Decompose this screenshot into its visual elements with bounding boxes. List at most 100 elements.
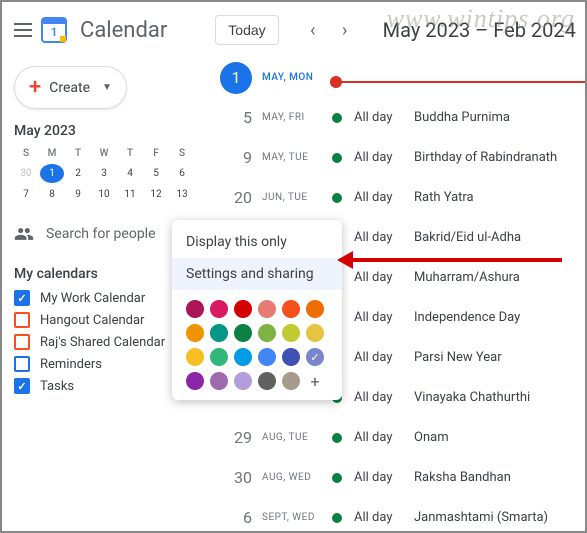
event-time: All day (354, 390, 414, 405)
color-swatch[interactable] (234, 324, 252, 342)
calendar-label: Reminders (40, 357, 102, 372)
color-swatch[interactable] (210, 348, 228, 366)
calendar-logo-icon: 1 (40, 14, 68, 46)
date-range-label: May 2023 – Feb 2024 (383, 18, 576, 42)
color-swatch[interactable] (186, 372, 204, 390)
color-swatch[interactable] (234, 348, 252, 366)
color-swatch[interactable] (282, 324, 300, 342)
event-dot-icon (332, 193, 342, 203)
mini-day[interactable]: 7 (14, 185, 38, 204)
mini-dow: F (144, 145, 168, 162)
schedule-row[interactable]: 9May, TueAll dayBirthday of Rabindranath (202, 138, 585, 178)
schedule-date: 20 (202, 188, 262, 207)
calendar-checkbox[interactable] (14, 378, 30, 394)
mini-day[interactable]: 13 (170, 185, 194, 204)
event-time: All day (354, 430, 414, 445)
event-title: Rath Yatra (414, 190, 474, 205)
event-title: Birthday of Rabindranath (414, 150, 557, 165)
calendar-checkbox[interactable] (14, 334, 30, 350)
schedule-date: 6 (202, 508, 262, 527)
color-swatch[interactable] (258, 348, 276, 366)
hamburger-icon[interactable] (14, 18, 32, 42)
color-swatch[interactable] (258, 324, 276, 342)
event-title: Raksha Bandhan (414, 470, 511, 485)
mini-dow: S (170, 145, 194, 162)
color-swatch[interactable] (306, 300, 324, 318)
next-period-button[interactable]: › (331, 16, 359, 44)
schedule-row[interactable]: 6Sept, WedAll dayJanmashtami (Smarta) (202, 498, 585, 531)
color-swatch[interactable] (186, 300, 204, 318)
mini-day[interactable]: 30 (14, 164, 38, 183)
mini-day[interactable]: 9 (66, 185, 90, 204)
schedule-row[interactable]: 29Aug, TueAll dayOnam (202, 418, 585, 458)
color-swatch[interactable] (210, 300, 228, 318)
schedule-row[interactable]: 1May, Mon (202, 58, 585, 98)
calendar-item[interactable]: Raj's Shared Calendar (14, 334, 194, 350)
color-swatch[interactable] (186, 348, 204, 366)
color-swatch[interactable] (210, 372, 228, 390)
mini-day[interactable]: 3 (92, 164, 116, 183)
mini-calendar[interactable]: SMTWTFS3012345678910111213 (14, 145, 194, 204)
schedule-row[interactable]: 5May, FriAll dayBuddha Purnima (202, 98, 585, 138)
create-button[interactable]: + Create ▼ (14, 66, 127, 109)
color-swatch[interactable] (282, 372, 300, 390)
schedule-dow: Aug, Wed (262, 472, 332, 483)
mini-day[interactable]: 12 (144, 185, 168, 204)
event-dot-icon (332, 153, 342, 163)
calendar-checkbox[interactable] (14, 290, 30, 306)
calendar-checkbox[interactable] (14, 312, 30, 328)
event-title: Onam (414, 430, 449, 445)
calendar-item[interactable]: My Work Calendar (14, 290, 194, 306)
people-icon (14, 224, 34, 244)
calendar-item[interactable]: Reminders (14, 356, 194, 372)
calendar-list: My Work Calendar Hangout Calendar Raj's Sh… (14, 290, 194, 394)
mini-day[interactable]: 6 (170, 164, 194, 183)
color-swatch[interactable] (210, 324, 228, 342)
color-swatch[interactable] (306, 324, 324, 342)
calendar-label: My Work Calendar (40, 291, 145, 306)
now-indicator-line (336, 81, 585, 83)
calendar-item[interactable]: Tasks (14, 378, 194, 394)
calendar-checkbox[interactable] (14, 356, 30, 372)
menu-display-only[interactable]: Display this only (172, 226, 342, 258)
mini-day[interactable]: 2 (66, 164, 90, 183)
schedule-dow: May, Mon (262, 72, 332, 83)
event-title: Vinayaka Chathurthi (414, 390, 530, 405)
menu-settings-sharing[interactable]: Settings and sharing (172, 258, 342, 290)
color-swatch[interactable] (234, 372, 252, 390)
event-time: All day (354, 110, 414, 125)
add-color-button[interactable]: + (306, 372, 324, 390)
today-button[interactable]: Today (215, 15, 278, 45)
mini-day[interactable]: 8 (40, 185, 64, 204)
color-swatch[interactable] (234, 300, 252, 318)
mini-day[interactable]: 1 (40, 164, 64, 183)
mini-day[interactable]: 4 (118, 164, 142, 183)
prev-period-button[interactable]: ‹ (299, 16, 327, 44)
color-swatch[interactable] (282, 348, 300, 366)
color-swatch[interactable] (258, 300, 276, 318)
search-people-label: Search for people (46, 226, 156, 242)
mini-dow: W (92, 145, 116, 162)
calendar-label: Tasks (40, 379, 74, 394)
color-swatch[interactable] (186, 324, 204, 342)
mini-day[interactable]: 11 (118, 185, 142, 204)
app-title: Calendar (80, 18, 167, 43)
color-swatch[interactable] (258, 372, 276, 390)
event-time: All day (354, 270, 414, 285)
event-dot-icon (332, 433, 342, 443)
schedule-row[interactable]: 20Jun, TueAll dayRath Yatra (202, 178, 585, 218)
schedule-row[interactable]: 30Aug, WedAll dayRaksha Bandhan (202, 458, 585, 498)
color-swatch[interactable] (306, 348, 324, 366)
event-title: Janmashtami (Smarta) (414, 510, 548, 525)
event-title: Buddha Purnima (414, 110, 510, 125)
svg-text:1: 1 (51, 25, 58, 39)
mini-day[interactable]: 10 (92, 185, 116, 204)
mini-day[interactable]: 5 (144, 164, 168, 183)
calendar-label: Hangout Calendar (40, 313, 144, 328)
color-swatch[interactable] (282, 300, 300, 318)
calendar-item[interactable]: Hangout Calendar (14, 312, 194, 328)
schedule-dow: May, Fri (262, 112, 332, 123)
color-picker: + (172, 290, 342, 394)
event-time: All day (354, 510, 414, 525)
search-people[interactable]: Search for people (14, 220, 194, 248)
